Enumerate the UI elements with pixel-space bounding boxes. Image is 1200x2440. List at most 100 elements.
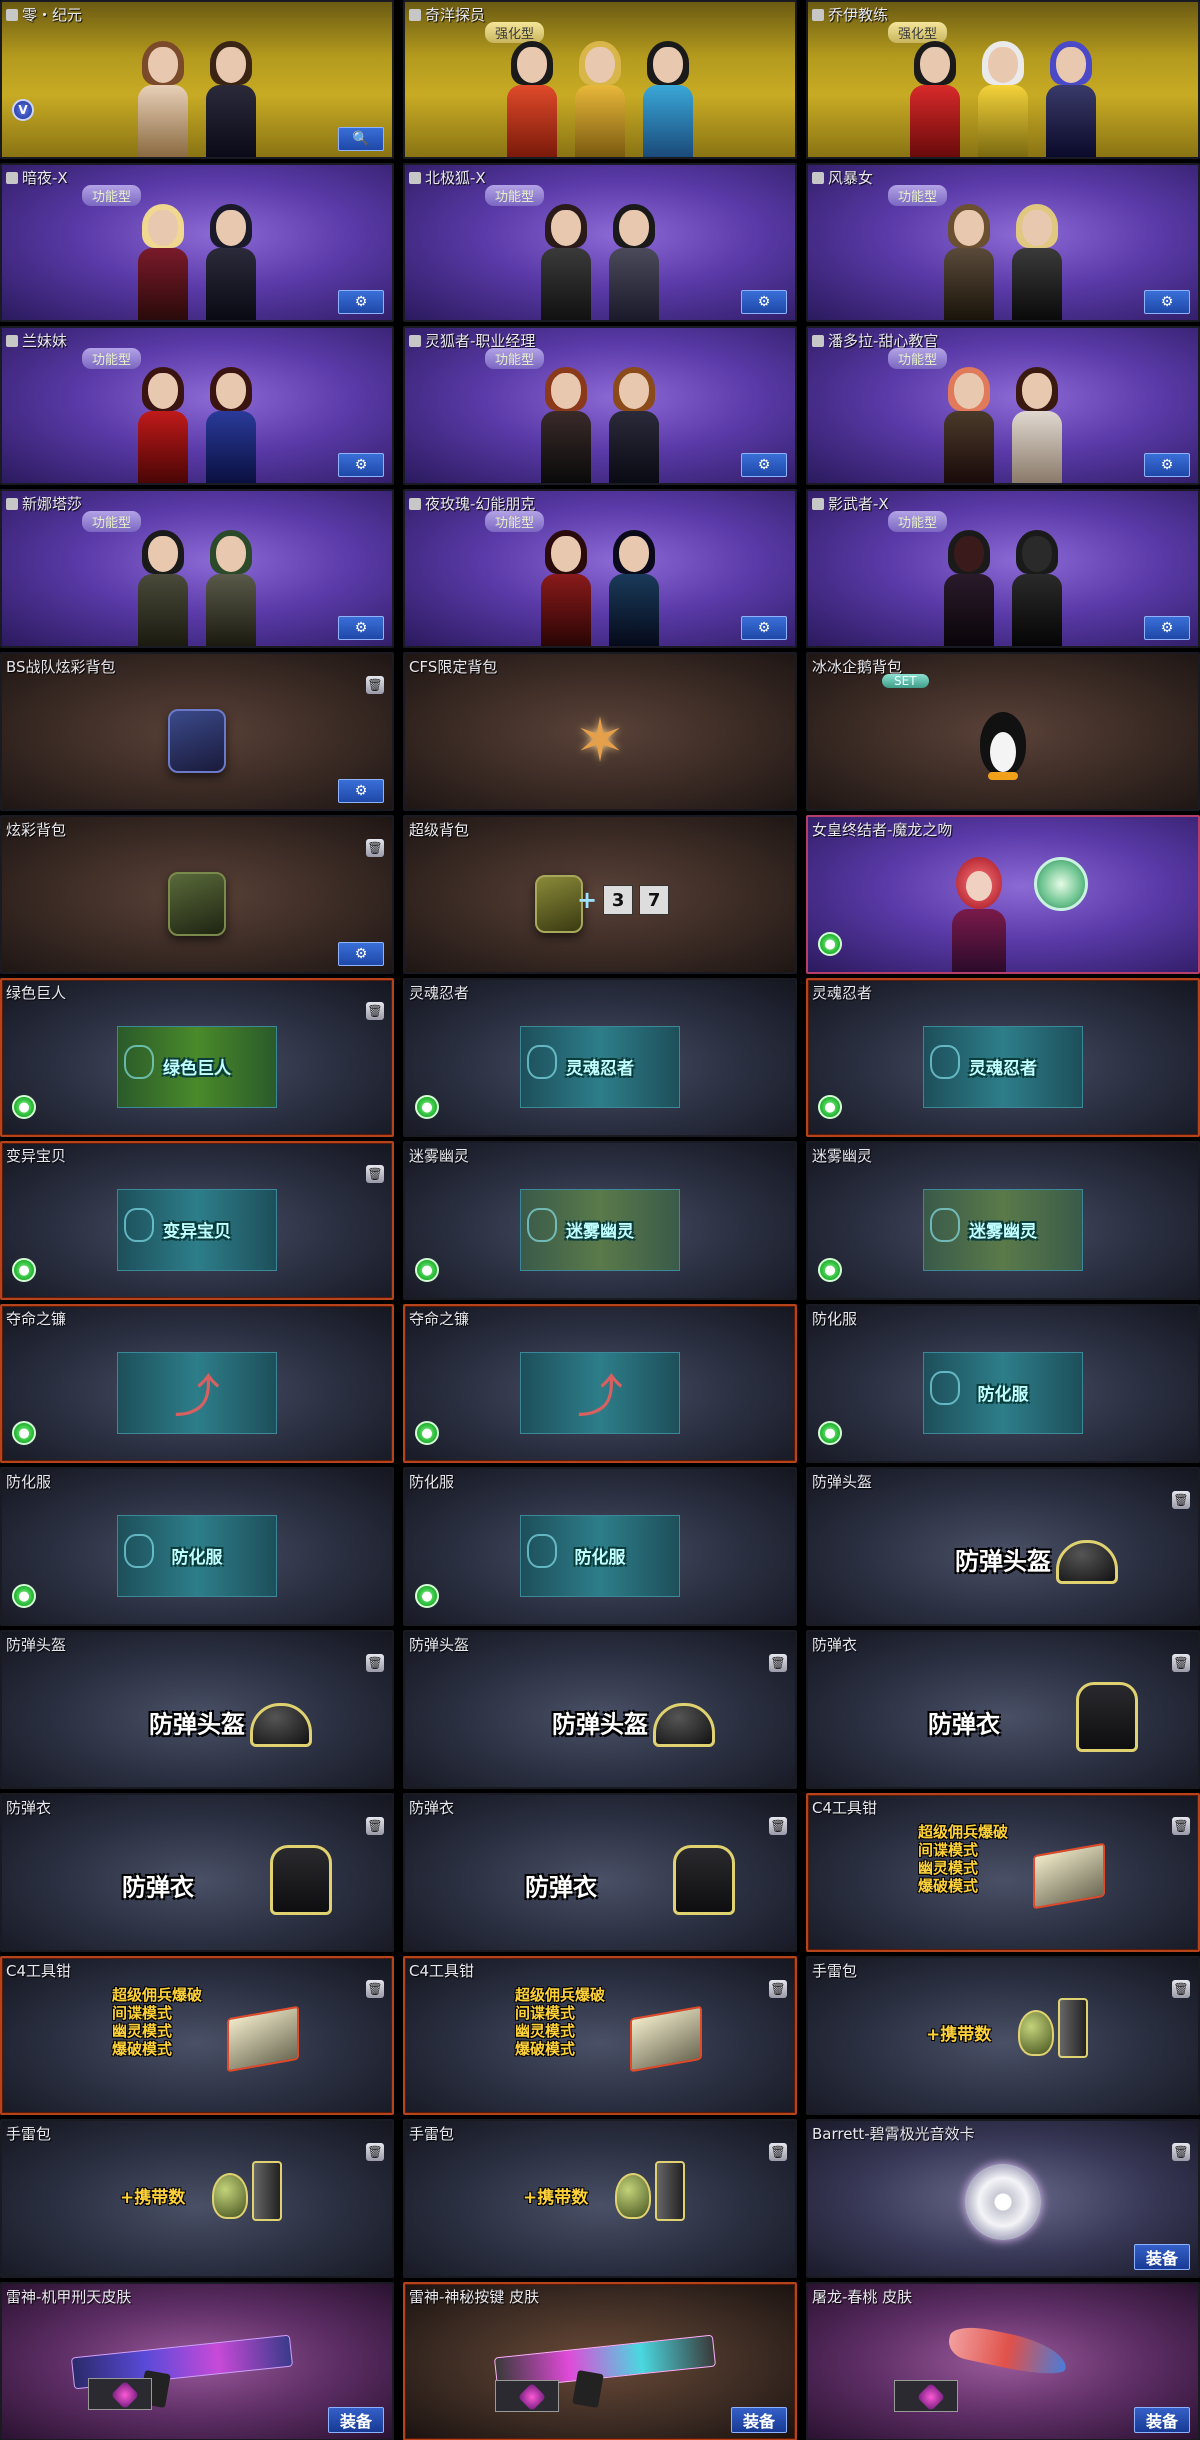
sound-card[interactable]: Barrett-碧霄极光音效卡 🗑 装备 [806,2119,1200,2278]
backpack-card[interactable]: BS战队炫彩背包 🗑 ⚙ [0,652,394,811]
grenade-image [1018,2010,1054,2056]
gear-card[interactable]: 防弹头盔 🗑 防弹头盔 [403,1630,797,1789]
grenade-card[interactable]: 手雷包 🗑 +携带数 [806,1956,1200,2115]
character-card[interactable]: 潘多拉-甜心教官 功能型 ⚙ [806,326,1200,485]
gear-card[interactable]: 防化服 防化服 ● [806,1304,1200,1463]
character-figures [940,365,1066,483]
trash-icon[interactable]: 🗑 [366,1165,384,1183]
c4-card[interactable]: C4工具钳 🗑 超级佣兵爆破 间谍模式 幽灵模式 爆破模式 [403,1956,797,2115]
gear-button[interactable]: ⚙ [338,453,384,477]
character-card[interactable]: 乔伊教练 强化型 [806,0,1200,159]
trash-icon[interactable]: 🗑 [1172,2143,1190,2161]
trash-icon[interactable]: 🗑 [769,1980,787,1998]
equip-button[interactable]: 装备 [1134,2244,1190,2270]
trash-icon[interactable]: 🗑 [366,676,384,694]
trash-icon[interactable]: 🗑 [366,1817,384,1835]
character-figures [503,39,697,157]
trash-icon[interactable]: 🗑 [1172,1980,1190,1998]
gear-icon: ⚙ [354,946,368,962]
gear-button[interactable]: ⚙ [338,942,384,966]
character-card[interactable]: 影武者-X 功能型 ⚙ [806,489,1200,648]
grenade-card[interactable]: 手雷包 🗑 +携带数 [403,2119,797,2278]
character-figure [202,528,260,646]
backpack-card[interactable]: 炫彩背包 🗑 ⚙ [0,815,394,974]
character-card[interactable]: 风暴女 功能型 ⚙ [806,163,1200,322]
weapon-skin-card[interactable]: 雷神-机甲刑天皮肤 装备 [0,2282,394,2440]
trash-icon[interactable]: 🗑 [769,1817,787,1835]
bag-capacity: + 3 7 [577,885,670,915]
gear-button[interactable]: ⚙ [1144,290,1190,314]
trash-icon[interactable]: 🗑 [366,839,384,857]
character-card[interactable]: 奇洋探员 强化型 [403,0,797,159]
character-card-zero-era[interactable]: 零・纪元 V 🔍 [0,0,394,159]
mutant-card[interactable]: 灵魂忍者 灵魂忍者 ● [403,978,797,1137]
mutant-card[interactable]: 迷雾幽灵 迷雾幽灵 ● [806,1141,1200,1300]
character-figure [605,528,663,646]
scythe-card[interactable]: 夺命之镰 ⤴ ● [0,1304,394,1463]
weapon-skin-card[interactable]: 雷神-神秘按键 皮肤 装备 [403,2282,797,2440]
gear-button[interactable]: ⚙ [1144,616,1190,640]
gear-card[interactable]: 防弹头盔 🗑 防弹头盔 [806,1467,1200,1626]
equip-button[interactable]: 装备 [731,2407,787,2433]
equip-button[interactable]: 装备 [328,2407,384,2433]
mutant-card[interactable]: 灵魂忍者 灵魂忍者 ● [806,978,1200,1137]
c4-mode: 幽灵模式 [515,2022,576,2040]
trash-icon[interactable]: 🗑 [769,1654,787,1672]
character-card[interactable]: 新娜塔莎 功能型 ⚙ [0,489,394,648]
equip-button[interactable]: 装备 [1134,2407,1190,2433]
character-card[interactable]: 兰妹妹 功能型 ⚙ [0,326,394,485]
c4-mode: 爆破模式 [918,1877,979,1895]
backpack-card[interactable]: 冰冰企鹅背包 SET [806,652,1200,811]
mutant-card[interactable]: 迷雾幽灵 迷雾幽灵 ● [403,1141,797,1300]
skin-card[interactable]: 女皇终结者-魔龙之吻 ● [806,815,1200,974]
c4-card[interactable]: C4工具钳 🗑 超级佣兵爆破 间谍模式 幽灵模式 爆破模式 [0,1956,394,2115]
card-title: 迷雾幽灵 [409,1147,470,1165]
green-mode-icon: ● [818,1421,842,1445]
search-button[interactable]: 🔍 [338,127,384,151]
gear-card[interactable]: 防弹衣 🗑 防弹衣 [0,1793,394,1952]
gear-card[interactable]: 防化服 防化服 ● [403,1467,797,1626]
trash-icon[interactable]: 🗑 [1172,1817,1190,1835]
trash-icon[interactable]: 🗑 [1172,1491,1190,1509]
type-badge: 功能型 [485,348,545,369]
gear-card[interactable]: 防弹衣 🗑 防弹衣 [806,1630,1200,1789]
gear-button[interactable]: ⚙ [338,616,384,640]
gear-card[interactable]: 防弹头盔 🗑 防弹头盔 [0,1630,394,1789]
gear-button[interactable]: ⚙ [338,779,384,803]
trash-icon[interactable]: 🗑 [366,1980,384,1998]
gear-button[interactable]: ⚙ [741,453,787,477]
character-card[interactable]: 灵狐者-职业经理 功能型 ⚙ [403,326,797,485]
gear-card[interactable]: 防化服 防化服 ● [0,1467,394,1626]
mutant-card[interactable]: 变异宝贝 🗑 变异宝贝 ● [0,1141,394,1300]
green-mode-icon: ● [12,1421,36,1445]
weapon-skin-card[interactable]: 屠龙-春桃 皮肤 装备 [806,2282,1200,2440]
plus-icon: + [577,886,598,914]
grenade-card[interactable]: 手雷包 🗑 +携带数 [0,2119,394,2278]
backpack-card[interactable]: CFS限定背包 ✶ [403,652,797,811]
character-figures [537,365,663,483]
trash-icon[interactable]: 🗑 [1172,1654,1190,1672]
character-figure [571,39,629,157]
c4-mode: 间谍模式 [112,2004,173,2022]
backpack-card[interactable]: 超级背包 + 3 7 [403,815,797,974]
lock-icon [812,335,824,347]
character-card[interactable]: 夜玫瑰-幻能朋克 功能型 ⚙ [403,489,797,648]
character-card[interactable]: 暗夜-X 功能型 ⚙ [0,163,394,322]
gear-button[interactable]: ⚙ [1144,453,1190,477]
gear-button[interactable]: ⚙ [741,616,787,640]
trash-icon[interactable]: 🗑 [769,2143,787,2161]
card-title: 手雷包 [6,2125,52,2143]
trash-icon[interactable]: 🗑 [366,1654,384,1672]
character-figure [537,528,595,646]
gear-button[interactable]: ⚙ [741,290,787,314]
character-card[interactable]: 北极狐-X 功能型 ⚙ [403,163,797,322]
trash-icon[interactable]: 🗑 [366,1002,384,1020]
character-figure [202,39,260,157]
gear-button[interactable]: ⚙ [338,290,384,314]
mutant-card[interactable]: 绿色巨人 🗑 绿色巨人 ● [0,978,394,1137]
gear-card[interactable]: 防弹衣 🗑 防弹衣 [403,1793,797,1952]
trash-icon[interactable]: 🗑 [366,2143,384,2161]
c4-card[interactable]: C4工具钳 🗑 超级佣兵爆破 间谍模式 幽灵模式 爆破模式 [806,1793,1200,1952]
scythe-card[interactable]: 夺命之镰 ⤴ ● [403,1304,797,1463]
type-badge: 功能型 [82,511,142,532]
